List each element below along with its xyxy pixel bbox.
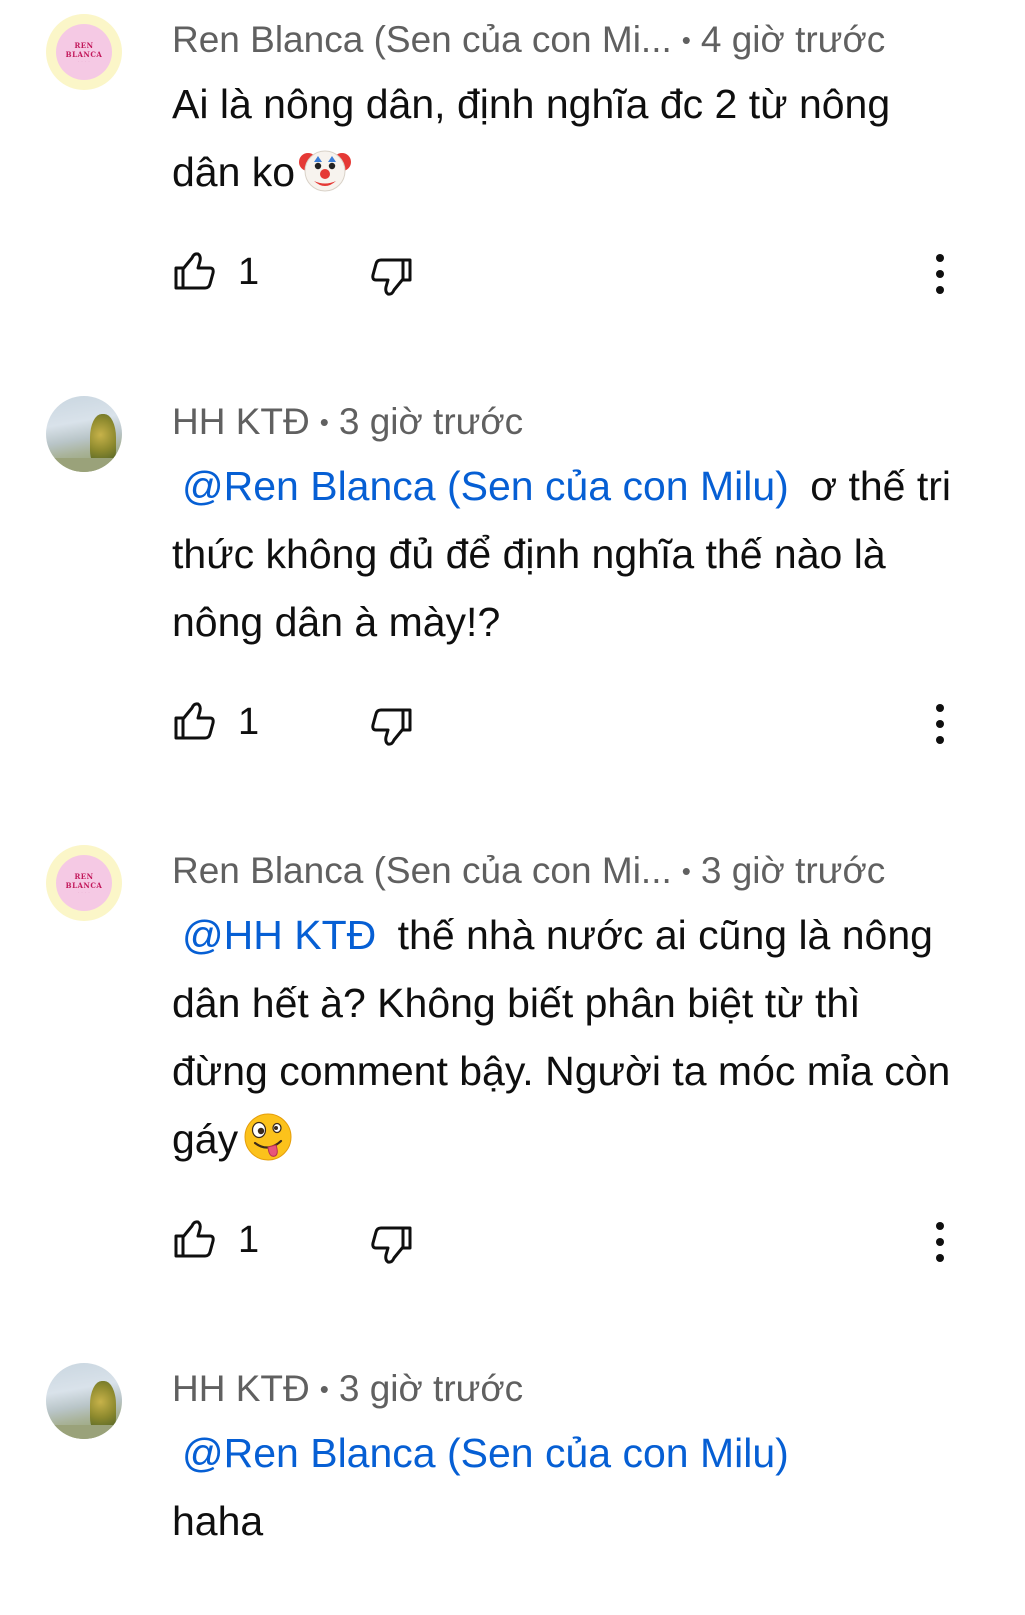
comment-text: @HH KTĐ thế nhà nước ai cũng là nông dân… [172, 901, 962, 1173]
like-count: 1 [238, 1219, 260, 1261]
thumbs-up-icon[interactable] [172, 1216, 218, 1262]
like-count: 1 [238, 251, 260, 293]
thumbs-up-icon[interactable] [172, 698, 218, 744]
thumbs-down-icon[interactable] [368, 1222, 414, 1268]
comment-author[interactable]: Ren Blanca (Sen của con Mi... [172, 19, 672, 60]
comment-time: 3 giờ trước [700, 850, 886, 891]
comment-meta: HH KTĐ • 3 giờ trước [172, 400, 523, 444]
comment-body: Ai là nông dân, định nghĩa đc 2 từ nông … [172, 81, 891, 195]
comment-meta: Ren Blanca (Sen của con Mi... • 4 giờ trướ… [172, 18, 885, 62]
thumbs-up-icon[interactable] [172, 248, 218, 294]
comment-body: haha [172, 1498, 264, 1544]
comment-actions: 1 [172, 248, 972, 308]
meta-separator: • [681, 25, 691, 55]
comment-author[interactable]: HH KTĐ [172, 1368, 310, 1409]
more-options-icon[interactable] [928, 1216, 952, 1268]
avatar[interactable]: REN BLANCA · · · · [46, 845, 122, 921]
comment-text: Ai là nông dân, định nghĩa đc 2 từ nông … [172, 70, 962, 206]
meta-separator: • [319, 1374, 329, 1404]
comment-meta: HH KTĐ • 3 giờ trước [172, 1367, 523, 1411]
meta-separator: • [319, 407, 329, 437]
comment-text: @Ren Blanca (Sen của con Milu) haha [172, 1419, 962, 1555]
more-options-icon[interactable] [928, 698, 952, 750]
avatar[interactable] [46, 396, 122, 472]
comment-text: @Ren Blanca (Sen của con Milu) ơ thế tri… [172, 452, 962, 656]
avatar-ground [46, 458, 122, 472]
avatar-logo: REN BLANCA · · · · [56, 24, 112, 80]
comment-actions: 1 [172, 698, 972, 758]
comment-author[interactable]: HH KTĐ [172, 401, 310, 442]
more-options-icon[interactable] [928, 248, 952, 300]
comment-meta: Ren Blanca (Sen của con Mi... • 3 giờ trướ… [172, 849, 885, 893]
clown-face-icon [299, 150, 352, 192]
meta-separator: • [681, 856, 691, 886]
thumbs-down-icon[interactable] [368, 254, 414, 300]
zany-face-icon [244, 1113, 292, 1161]
mention-link[interactable]: @Ren Blanca (Sen của con Milu) [182, 463, 789, 509]
thumbs-down-icon[interactable] [368, 704, 414, 750]
comment-time: 3 giờ trước [338, 1368, 524, 1409]
avatar-ground [46, 1425, 122, 1439]
comment-time: 3 giờ trước [338, 401, 524, 442]
comment-actions: 1 [172, 1216, 972, 1276]
comment-author[interactable]: Ren Blanca (Sen của con Mi... [172, 850, 672, 891]
avatar-logo: REN BLANCA · · · · [56, 855, 112, 911]
avatar[interactable]: REN BLANCA · · · · [46, 14, 122, 90]
comment-time: 4 giờ trước [700, 19, 886, 60]
mention-link[interactable]: @Ren Blanca (Sen của con Milu) [182, 1430, 789, 1476]
mention-link[interactable]: @HH KTĐ [182, 912, 376, 958]
like-count: 1 [238, 701, 260, 743]
avatar[interactable] [46, 1363, 122, 1439]
